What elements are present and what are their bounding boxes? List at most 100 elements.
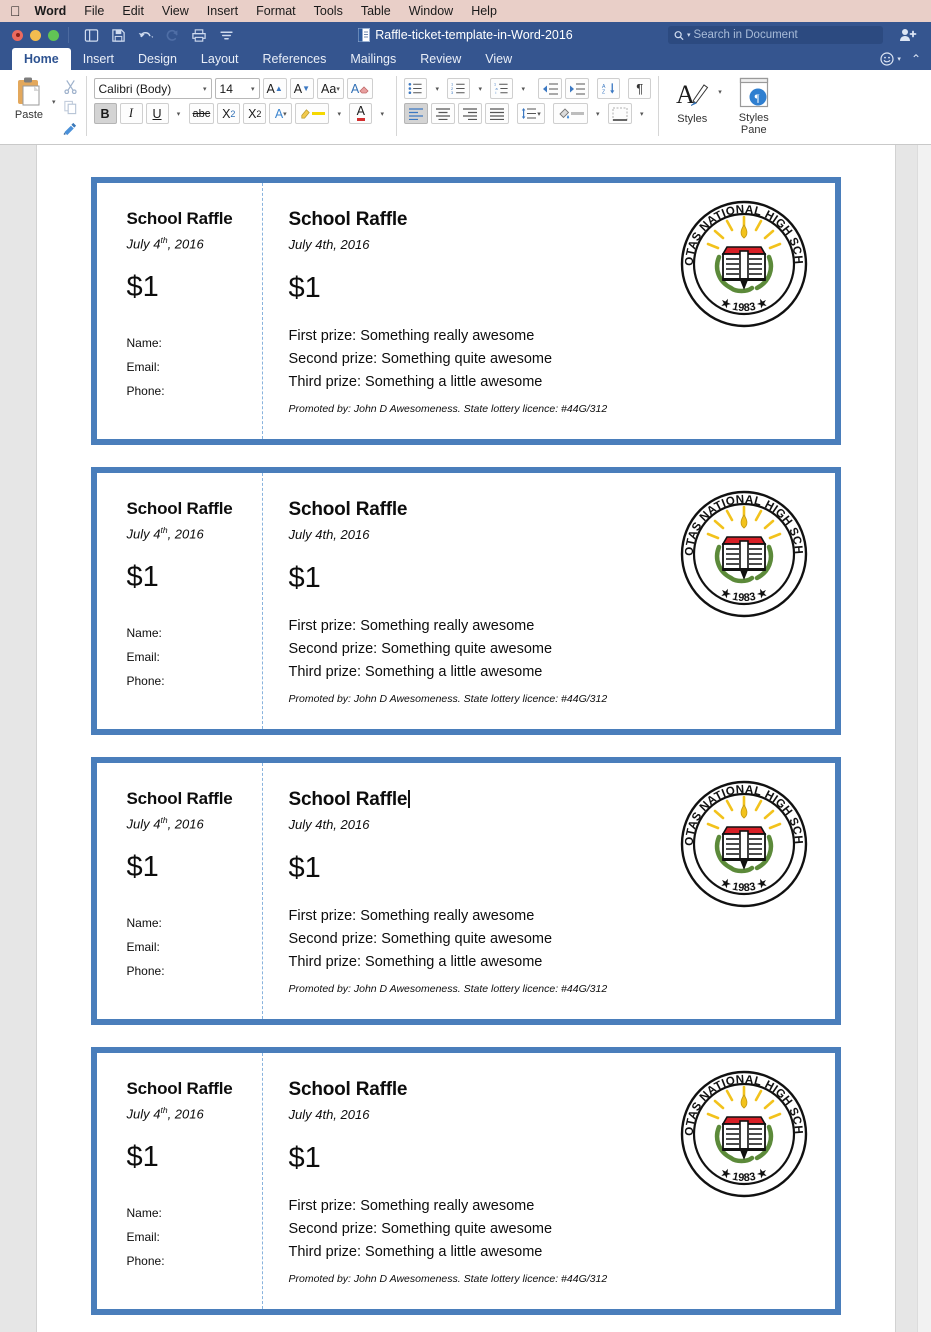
increase-indent-button[interactable] bbox=[565, 78, 590, 99]
decrease-indent-button[interactable] bbox=[538, 78, 563, 99]
ticket-stub[interactable]: School Raffle July 4th, 2016 $1 Name: Em… bbox=[97, 183, 263, 439]
print-icon[interactable] bbox=[190, 26, 208, 44]
tab-design[interactable]: Design bbox=[126, 48, 189, 70]
shading-caret-icon[interactable]: ▾ bbox=[591, 103, 605, 124]
ticket-stub[interactable]: School Raffle July 4th, 2016 $1 Name: Em… bbox=[97, 763, 263, 1019]
paste-button[interactable]: Paste bbox=[6, 74, 52, 121]
sidebar-icon[interactable] bbox=[82, 26, 100, 44]
ticket-stub[interactable]: School Raffle July 4th, 2016 $1 Name: Em… bbox=[97, 1053, 263, 1309]
menu-item-help[interactable]: Help bbox=[471, 4, 497, 18]
align-left-button[interactable] bbox=[404, 103, 429, 124]
styles-pane-button[interactable]: ¶ Styles Pane bbox=[728, 74, 780, 136]
share-icon[interactable] bbox=[899, 27, 917, 43]
styles-button[interactable]: A Styles bbox=[666, 74, 718, 125]
raffle-ticket-2[interactable]: School Raffle July 4th, 2016 $1 Name: Em… bbox=[90, 467, 841, 735]
shrink-font-button[interactable]: A ▼ bbox=[289, 78, 315, 99]
chevron-down-icon[interactable]: ▾ bbox=[283, 110, 287, 118]
justify-button[interactable] bbox=[485, 103, 510, 124]
text-effects-button[interactable]: A ▾ bbox=[269, 103, 293, 124]
tab-mailings[interactable]: Mailings bbox=[338, 48, 408, 70]
numbered-list-caret-icon[interactable]: ▾ bbox=[473, 78, 487, 99]
menu-item-tools[interactable]: Tools bbox=[314, 4, 343, 18]
ticket-body[interactable]: School Raffle July 4th, 2016 $1 First pr… bbox=[263, 183, 835, 439]
sort-button[interactable]: AZ bbox=[597, 78, 621, 99]
bold-button[interactable]: B bbox=[93, 103, 117, 124]
tab-layout[interactable]: Layout bbox=[189, 48, 251, 70]
menu-item-format[interactable]: Format bbox=[256, 4, 296, 18]
document-page[interactable]: School Raffle July 4th, 2016 $1 Name: Em… bbox=[35, 145, 896, 1332]
underline-button[interactable]: U bbox=[145, 103, 169, 124]
raffle-ticket-3[interactable]: School Raffle July 4th, 2016 $1 Name: Em… bbox=[90, 757, 841, 1025]
change-case-button[interactable]: Aa ▾ bbox=[317, 78, 344, 99]
apple-logo-icon[interactable]:  bbox=[10, 4, 21, 18]
menu-item-insert[interactable]: Insert bbox=[207, 4, 238, 18]
ticket-body[interactable]: School Raffle July 4th, 2016 $1 First pr… bbox=[263, 473, 835, 729]
tab-references[interactable]: References bbox=[250, 48, 338, 70]
multilevel-list-button[interactable]: 1ai bbox=[490, 78, 514, 99]
highlight-color-button[interactable] bbox=[295, 103, 330, 124]
vertical-scrollbar[interactable] bbox=[917, 145, 931, 1332]
tab-view[interactable]: View bbox=[473, 48, 524, 70]
close-button[interactable] bbox=[12, 29, 23, 41]
borders-button[interactable] bbox=[607, 103, 632, 124]
chevron-down-icon[interactable]: ▾ bbox=[897, 55, 901, 63]
italic-button[interactable]: I bbox=[119, 103, 143, 124]
clear-formatting-button[interactable]: A bbox=[346, 78, 374, 99]
superscript-button[interactable]: X2 bbox=[243, 103, 267, 124]
raffle-ticket-4[interactable]: School Raffle July 4th, 2016 $1 Name: Em… bbox=[90, 1047, 841, 1315]
borders-caret-icon[interactable]: ▾ bbox=[635, 103, 649, 124]
font-color-dropdown-caret-icon[interactable]: ▾ bbox=[375, 103, 389, 124]
align-right-button[interactable] bbox=[458, 103, 483, 124]
styles-dropdown-caret-icon[interactable]: ▾ bbox=[718, 88, 722, 96]
maximize-button[interactable] bbox=[48, 29, 59, 41]
tab-home[interactable]: Home bbox=[12, 48, 71, 70]
search-box[interactable]: ▾ bbox=[668, 26, 883, 44]
menu-item-file[interactable]: File bbox=[84, 4, 104, 18]
menu-item-table[interactable]: Table bbox=[361, 4, 391, 18]
tab-insert[interactable]: Insert bbox=[71, 48, 126, 70]
bullet-list-button[interactable] bbox=[404, 78, 428, 99]
highlight-dropdown-caret-icon[interactable]: ▾ bbox=[332, 103, 346, 124]
minimize-button[interactable] bbox=[30, 29, 41, 41]
redo-icon[interactable] bbox=[163, 26, 181, 44]
chevron-down-icon[interactable]: ▾ bbox=[687, 31, 691, 39]
align-center-button[interactable] bbox=[431, 103, 456, 124]
menu-item-window[interactable]: Window bbox=[409, 4, 453, 18]
menu-item-word[interactable]: Word bbox=[35, 4, 67, 18]
chevron-down-icon[interactable]: ▾ bbox=[251, 85, 255, 93]
bullet-list-caret-icon[interactable]: ▾ bbox=[430, 78, 444, 99]
save-icon[interactable] bbox=[109, 26, 127, 44]
paste-dropdown-caret-icon[interactable]: ▾ bbox=[52, 98, 56, 106]
font-color-button[interactable]: A bbox=[349, 103, 373, 124]
format-painter-icon[interactable] bbox=[62, 120, 79, 137]
strikethrough-button[interactable]: abc bbox=[188, 103, 215, 124]
line-spacing-button[interactable]: ▾ bbox=[517, 103, 545, 124]
copy-icon[interactable] bbox=[62, 99, 79, 116]
ticket-stub[interactable]: School Raffle July 4th, 2016 $1 Name: Em… bbox=[97, 473, 263, 729]
chevron-down-icon[interactable]: ▾ bbox=[203, 85, 207, 93]
cut-icon[interactable] bbox=[62, 78, 79, 95]
numbered-list-button[interactable]: 123 bbox=[447, 78, 471, 99]
feedback-smiley-icon[interactable]: ▾ bbox=[880, 52, 901, 66]
collapse-ribbon-icon[interactable]: ⌃ bbox=[911, 52, 921, 66]
undo-icon[interactable] bbox=[136, 26, 154, 44]
font-name-select[interactable]: Calibri (Body) ▾ bbox=[93, 78, 212, 99]
tab-review[interactable]: Review bbox=[408, 48, 473, 70]
shading-button[interactable] bbox=[552, 103, 588, 124]
ticket-body[interactable]: School Raffle July 4th, 2016 $1 First pr… bbox=[263, 763, 835, 1019]
grow-font-button[interactable]: A ▲ bbox=[262, 78, 287, 99]
menu-item-view[interactable]: View bbox=[162, 4, 189, 18]
show-formatting-marks-button[interactable]: ¶ bbox=[628, 78, 652, 99]
search-input[interactable] bbox=[693, 29, 877, 41]
font-size-select[interactable]: 14 ▾ bbox=[214, 78, 260, 99]
menu-item-edit[interactable]: Edit bbox=[122, 4, 144, 18]
raffle-ticket-1[interactable]: School Raffle July 4th, 2016 $1 Name: Em… bbox=[90, 177, 841, 445]
ticket-body[interactable]: School Raffle July 4th, 2016 $1 First pr… bbox=[263, 1053, 835, 1309]
chevron-down-icon[interactable]: ▾ bbox=[537, 110, 541, 118]
chevron-down-icon[interactable]: ▾ bbox=[336, 85, 340, 93]
document-canvas[interactable]: School Raffle July 4th, 2016 $1 Name: Em… bbox=[0, 145, 931, 1332]
subscript-button[interactable]: X2 bbox=[217, 103, 241, 124]
underline-dropdown-caret-icon[interactable]: ▾ bbox=[172, 103, 186, 124]
customize-toolbar-icon[interactable] bbox=[217, 26, 235, 44]
multilevel-list-caret-icon[interactable]: ▾ bbox=[516, 78, 530, 99]
